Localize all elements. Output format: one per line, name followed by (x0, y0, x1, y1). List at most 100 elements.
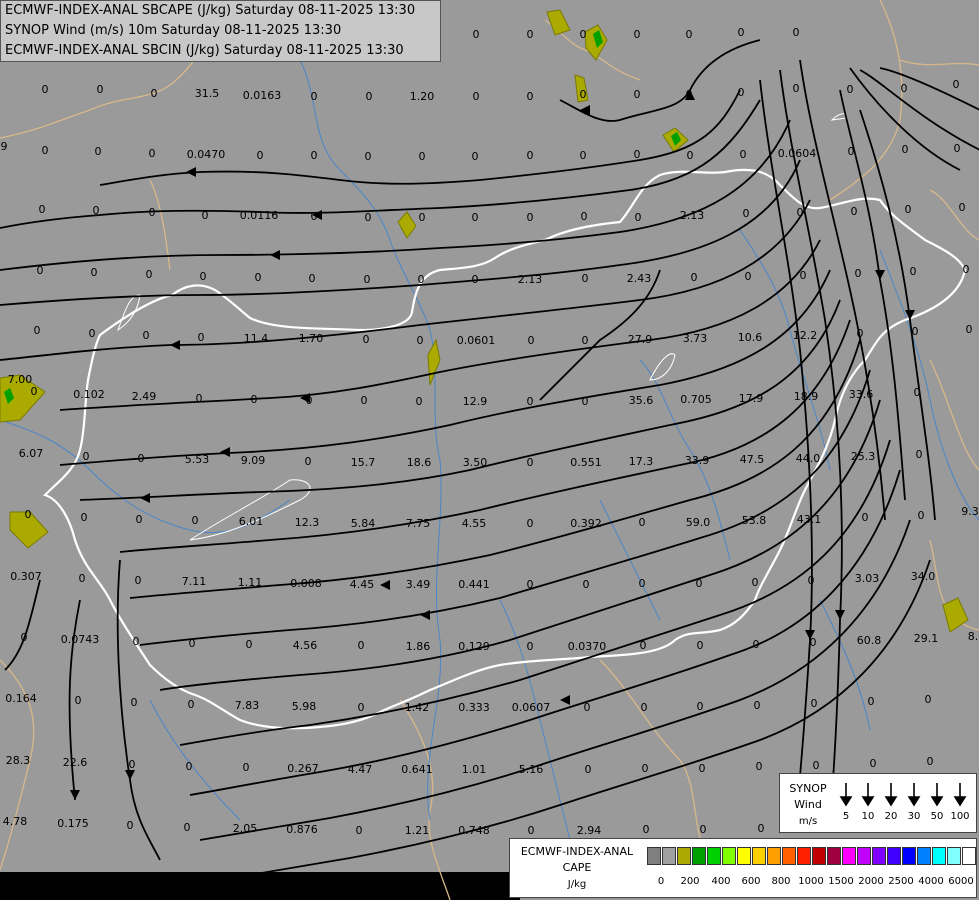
sbcin-value: 0 (133, 635, 140, 648)
sbcin-value: 0 (309, 272, 316, 285)
sbcin-value: 0 (963, 263, 970, 276)
sbcin-value: 0.307 (10, 570, 42, 583)
sbcin-value: 0 (691, 271, 698, 284)
sbcin-value: 0 (643, 823, 650, 836)
sbcin-value: 0 (186, 760, 193, 773)
sbcin-value: 0 (75, 694, 82, 707)
sbcin-value: 0 (810, 636, 817, 649)
sbcin-value: 27.9 (628, 333, 653, 346)
sbcin-value: 9.09 (241, 454, 266, 467)
sbcin-value: 0 (583, 578, 590, 591)
sbcin-value: 0 (255, 271, 262, 284)
wind-speed-label: 5 (842, 811, 850, 822)
sbcin-value: 0.175 (57, 817, 89, 830)
sbcin-value: 0 (97, 83, 104, 96)
sbcin-value: 60.8 (857, 634, 882, 647)
sbcin-value: 0 (916, 448, 923, 461)
sbcin-value: 17.3 (629, 455, 654, 468)
sbcin-value: 0 (311, 210, 318, 223)
sbcin-value: 0 (640, 639, 647, 652)
sbcin-value: 0 (21, 631, 28, 644)
wind-legend-subtitle: Wind (794, 798, 822, 811)
sbcin-value: 0 (808, 574, 815, 587)
sbcin-value: 3.49 (406, 578, 431, 591)
sbcin-value: 0 (151, 87, 158, 100)
sbcin-value: 0 (39, 203, 46, 216)
sbcin-value: 2.13 (680, 209, 705, 222)
sbcin-value: 0 (857, 327, 864, 340)
sbcin-value: 0 (868, 695, 875, 708)
sbcin-value: 0.0370 (568, 640, 607, 653)
sbcin-value: 0 (797, 206, 804, 219)
sbcin-value: 1.86 (406, 640, 431, 653)
sbcin-value: 0 (251, 393, 258, 406)
sbcin-value: 15.7 (351, 456, 376, 469)
sbcin-value: 6.01 (239, 515, 264, 528)
sbcin-value: 1.11 (238, 576, 263, 589)
sbcin-value: 7.83 (235, 699, 260, 712)
sbcin-value: 0 (200, 270, 207, 283)
sbcin-value: 0 (925, 693, 932, 706)
sbcin-value: 0 (752, 576, 759, 589)
cape-color-swatch (677, 847, 691, 865)
sbcin-value: 0 (793, 26, 800, 39)
title-line-sbcape: ECMWF-INDEX-ANAL SBCAPE (J/kg) Saturday … (5, 3, 416, 18)
cape-tick-label: 1500 (828, 876, 854, 887)
cape-tick-label: 800 (771, 876, 791, 887)
sbcin-value: 0 (138, 452, 145, 465)
cape-legend-title: ECMWF-INDEX-ANAL (520, 845, 634, 858)
cape-tick-label: 400 (711, 876, 731, 887)
sbcin-value: 0 (473, 90, 480, 103)
sbcin-value: 0 (813, 759, 820, 772)
sbcin-value: 0 (753, 638, 760, 651)
sbcin-value: 0 (905, 203, 912, 216)
sbcin-value: 0.0607 (512, 701, 551, 714)
sbcin-value: 0 (365, 211, 372, 224)
sbcin-value: 0 (305, 455, 312, 468)
sbcin-value: 28.3 (6, 754, 31, 767)
sbcin-value: 0.392 (570, 517, 602, 530)
sbcin-value: 3.50 (463, 456, 488, 469)
sbcin-value: 31.5 (195, 87, 220, 100)
sbcin-value: 0 (910, 265, 917, 278)
sbcin-value: 0 (634, 88, 641, 101)
sbcin-value: 0.441 (458, 578, 490, 591)
cape-color-swatch (872, 847, 886, 865)
cape-color-swatch (812, 847, 826, 865)
sbcin-value: 0 (472, 273, 479, 286)
sbcin-value: 0 (697, 700, 704, 713)
sbcin-value: 0 (472, 150, 479, 163)
sbcin-value: 12.9 (463, 395, 488, 408)
sbcin-value: 0 (696, 577, 703, 590)
sbcin-value: 0 (243, 761, 250, 774)
sbcin-value: 10.6 (738, 331, 763, 344)
wind-legend-title: SYNOP (789, 782, 827, 795)
sbcin-value: 0 (419, 211, 426, 224)
sbcin-value: 0.102 (73, 388, 105, 401)
sbcin-value: 2.43 (627, 272, 652, 285)
sbcin-value: 0 (635, 211, 642, 224)
sbcin-value: 0 (356, 824, 363, 837)
sbcin-value: 9.3 (961, 505, 979, 518)
sbcin-value: 6.07 (19, 447, 44, 460)
sbcin-value: 0 (184, 821, 191, 834)
sbcin-value: 0 (953, 78, 960, 91)
sbcin-value: 0 (699, 762, 706, 775)
sbcin-value: 0.267 (287, 762, 319, 775)
sbcin-value: 0 (149, 147, 156, 160)
sbcin-value: 0.008 (290, 577, 322, 590)
cape-color-swatch (962, 847, 976, 865)
sbcin-value: 25.3 (851, 450, 876, 463)
wind-speed-label: 50 (930, 811, 944, 822)
cape-tick-label: 2000 (858, 876, 884, 887)
sbcin-value: 0 (580, 88, 587, 101)
sbcin-value: 0 (37, 264, 44, 277)
sbcin-value: 0 (848, 145, 855, 158)
sbcin-value: 17.9 (739, 392, 764, 405)
sbcin-value: 5.53 (185, 453, 210, 466)
sbcin-value: 0 (358, 639, 365, 652)
sbcin-value: 0 (136, 513, 143, 526)
sbcin-value: 0.0604 (778, 147, 817, 160)
sbcin-value: 0 (811, 697, 818, 710)
weather-map: 0 0 0 31.5 0.0163 0 0 1.20 0 0 0 0 0 0 0 0 0 0 0 0 0 0 0 0 0 0 9 0 0… (0, 0, 979, 900)
